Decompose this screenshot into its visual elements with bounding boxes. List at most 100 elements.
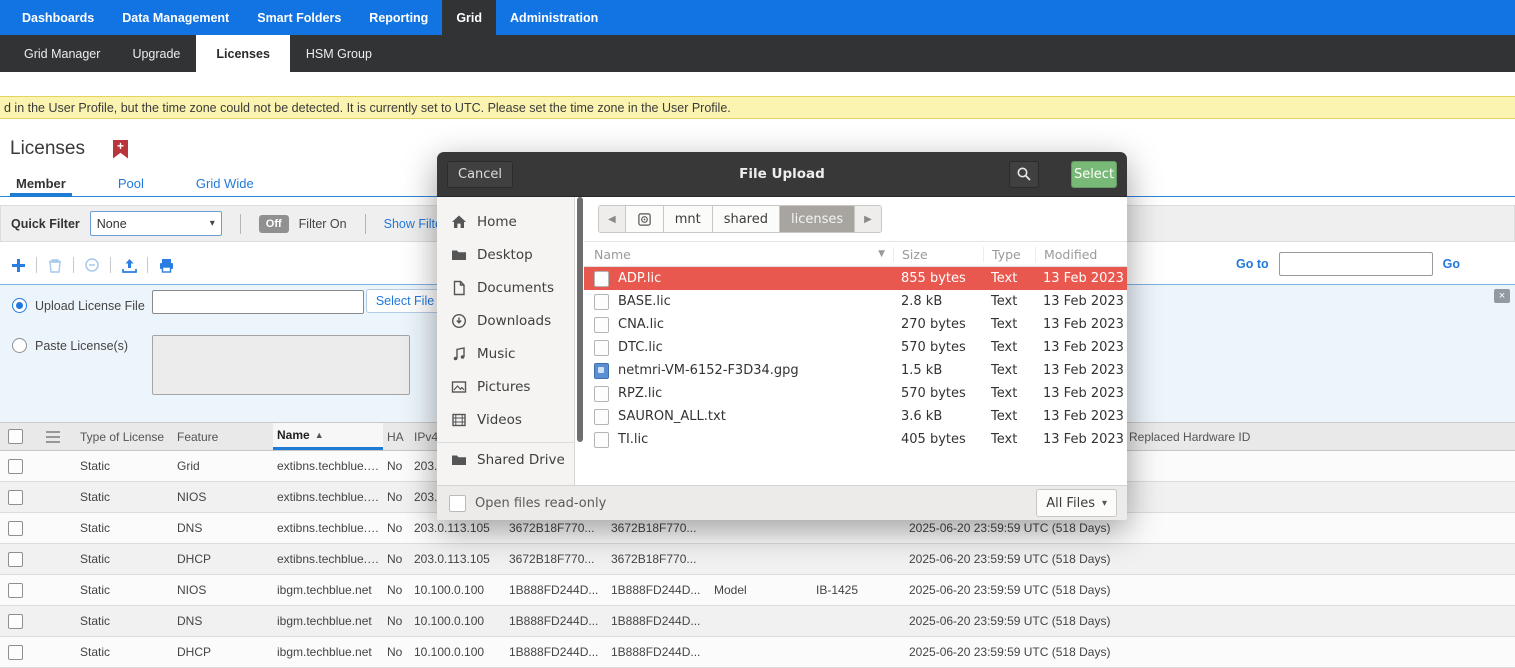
subnav-upgrade[interactable]: Upgrade bbox=[116, 35, 196, 72]
back-icon[interactable]: ◀ bbox=[599, 206, 626, 232]
sidebar-item-home[interactable]: Home bbox=[437, 205, 574, 238]
nav-administration[interactable]: Administration bbox=[496, 0, 612, 35]
file-row[interactable]: ADP.lic 855 bytes Text 13 Feb 2023 bbox=[584, 267, 1127, 290]
file-modified: 13 Feb 2023 bbox=[1035, 317, 1127, 332]
search-button[interactable] bbox=[1009, 161, 1039, 188]
select-file-button[interactable]: Select File bbox=[366, 289, 444, 313]
select-button[interactable]: Select bbox=[1071, 161, 1117, 188]
timezone-warning-banner: d in the User Profile, but the time zone… bbox=[0, 96, 1515, 119]
file-row[interactable]: netmri-VM-6152-F3D34.gpg 1.5 kB Text 13 … bbox=[584, 359, 1127, 382]
dialog-footer: Open files read-only All Files ▾ bbox=[437, 485, 1127, 520]
cancel-button[interactable]: Cancel bbox=[447, 161, 513, 188]
subnav-licenses[interactable]: Licenses bbox=[196, 35, 290, 72]
forward-icon[interactable]: ▶ bbox=[855, 206, 881, 232]
nav-reporting[interactable]: Reporting bbox=[355, 0, 442, 35]
tab-pool[interactable]: Pool bbox=[112, 170, 150, 196]
crumb-shared[interactable]: shared bbox=[713, 206, 780, 232]
file-list: Name ▼ Size Type Modified bbox=[584, 241, 1127, 485]
delete-icon[interactable] bbox=[45, 255, 65, 275]
file-col-name[interactable]: Name ▼ bbox=[584, 247, 893, 262]
bookmark-icon[interactable] bbox=[113, 140, 128, 159]
header-feature[interactable]: Feature bbox=[173, 423, 273, 450]
file-col-size[interactable]: Size bbox=[893, 247, 983, 262]
header-type[interactable]: Type of License bbox=[76, 423, 173, 450]
sidebar-item-shared-drive[interactable]: Shared Drive bbox=[437, 442, 574, 476]
file-row[interactable]: BASE.lic 2.8 kB Text 13 Feb 2023 bbox=[584, 290, 1127, 313]
nav-grid[interactable]: Grid bbox=[442, 0, 496, 35]
crumb-licenses[interactable]: licenses bbox=[780, 206, 855, 232]
header-ha[interactable]: HA bbox=[383, 423, 410, 450]
file-row[interactable]: RPZ.lic 570 bytes Text 13 Feb 2023 bbox=[584, 382, 1127, 405]
file-col-type[interactable]: Type bbox=[983, 247, 1035, 262]
quick-filter-select[interactable]: None ▾ bbox=[90, 211, 222, 236]
paste-license-textarea[interactable] bbox=[152, 335, 410, 395]
file-row[interactable]: SAURON_ALL.txt 3.6 kB Text 13 Feb 2023 bbox=[584, 405, 1127, 428]
cell-hwid-2: 3672B18F770... bbox=[607, 552, 710, 566]
top-nav: Dashboards Data Management Smart Folders… bbox=[0, 0, 1515, 35]
sidebar-item-music[interactable]: Music bbox=[437, 337, 574, 370]
readonly-checkbox[interactable] bbox=[449, 495, 466, 512]
dialog-body: Home Desktop Documents Downloads Music bbox=[437, 197, 1127, 485]
goto-button[interactable]: Go bbox=[1443, 257, 1460, 271]
upload-file-radio[interactable] bbox=[12, 298, 27, 313]
table-row[interactable]: Static DNS ibgm.techblue.net No 10.100.0… bbox=[0, 606, 1515, 637]
file-type: Text bbox=[983, 409, 1035, 424]
table-row[interactable]: Static DHCP extibns.techblue.n… No 203.0… bbox=[0, 544, 1515, 575]
row-checkbox[interactable] bbox=[8, 459, 23, 474]
close-icon[interactable]: × bbox=[1494, 289, 1510, 303]
drive-crumb[interactable] bbox=[626, 206, 664, 232]
export-icon[interactable] bbox=[119, 255, 139, 275]
crumb-mnt[interactable]: mnt bbox=[664, 206, 713, 232]
header-menu-icon[interactable] bbox=[46, 431, 60, 433]
cell-ha: No bbox=[383, 614, 410, 628]
file-icon bbox=[594, 409, 609, 425]
row-checkbox[interactable] bbox=[8, 614, 23, 629]
sidebar-item-pictures[interactable]: Pictures bbox=[437, 370, 574, 403]
goto-input[interactable] bbox=[1279, 252, 1433, 276]
sidebar-item-videos[interactable]: Videos bbox=[437, 403, 574, 436]
nav-data-management[interactable]: Data Management bbox=[108, 0, 243, 35]
sidebar-item-documents[interactable]: Documents bbox=[437, 271, 574, 304]
file-filter-dropdown[interactable]: All Files ▾ bbox=[1036, 489, 1117, 517]
file-size: 570 bytes bbox=[893, 386, 983, 401]
row-checkbox[interactable] bbox=[8, 552, 23, 567]
cell-type: Static bbox=[76, 583, 173, 597]
filter-toggle[interactable]: Off bbox=[259, 215, 289, 233]
file-size: 855 bytes bbox=[893, 271, 983, 286]
file-row[interactable]: TI.lic 405 bytes Text 13 Feb 2023 bbox=[584, 428, 1127, 451]
row-checkbox[interactable] bbox=[8, 583, 23, 598]
sidebar-item-downloads[interactable]: Downloads bbox=[437, 304, 574, 337]
upload-file-input[interactable] bbox=[152, 290, 364, 314]
cell-expiration: 2025-06-20 23:59:59 UTC (518 Days) bbox=[905, 645, 1125, 659]
header-name[interactable]: Name▲ bbox=[273, 423, 383, 450]
table-row[interactable]: Static DHCP ibgm.techblue.net No 10.100.… bbox=[0, 637, 1515, 668]
tab-grid-wide[interactable]: Grid Wide bbox=[190, 170, 260, 196]
file-upload-dialog: File Upload Cancel Select Home Desktop bbox=[437, 152, 1127, 520]
nav-dashboards[interactable]: Dashboards bbox=[8, 0, 108, 35]
table-row[interactable]: Static NIOS ibgm.techblue.net No 10.100.… bbox=[0, 575, 1515, 606]
paste-license-radio[interactable] bbox=[12, 338, 27, 353]
row-checkbox[interactable] bbox=[8, 521, 23, 536]
file-row[interactable]: CNA.lic 270 bytes Text 13 Feb 2023 bbox=[584, 313, 1127, 336]
row-checkbox[interactable] bbox=[8, 645, 23, 660]
divider bbox=[147, 257, 148, 273]
header-replaced-hardware-id[interactable]: Replaced Hardware ID bbox=[1125, 423, 1515, 450]
sidebar-scrollbar[interactable] bbox=[577, 197, 583, 485]
add-icon[interactable] bbox=[8, 255, 28, 275]
subnav-hsm-group[interactable]: HSM Group bbox=[290, 35, 388, 72]
sidebar-item-desktop[interactable]: Desktop bbox=[437, 238, 574, 271]
subnav-grid-manager[interactable]: Grid Manager bbox=[8, 35, 116, 72]
row-checkbox[interactable] bbox=[8, 490, 23, 505]
dialog-header: File Upload Cancel Select bbox=[437, 152, 1127, 197]
exclude-icon[interactable] bbox=[82, 255, 102, 275]
cell-feature: Grid bbox=[173, 459, 273, 473]
nav-smart-folders[interactable]: Smart Folders bbox=[243, 0, 355, 35]
cell-hwid-2: 1B888FD244D... bbox=[607, 614, 710, 628]
tab-member[interactable]: Member bbox=[10, 170, 72, 196]
file-col-modified[interactable]: Modified bbox=[1035, 247, 1127, 262]
print-icon[interactable] bbox=[156, 255, 176, 275]
select-all-checkbox[interactable] bbox=[8, 429, 23, 444]
cell-ipv4: 203.0.113.105 bbox=[410, 521, 505, 535]
file-row[interactable]: DTC.lic 570 bytes Text 13 Feb 2023 bbox=[584, 336, 1127, 359]
cell-type: Static bbox=[76, 459, 173, 473]
